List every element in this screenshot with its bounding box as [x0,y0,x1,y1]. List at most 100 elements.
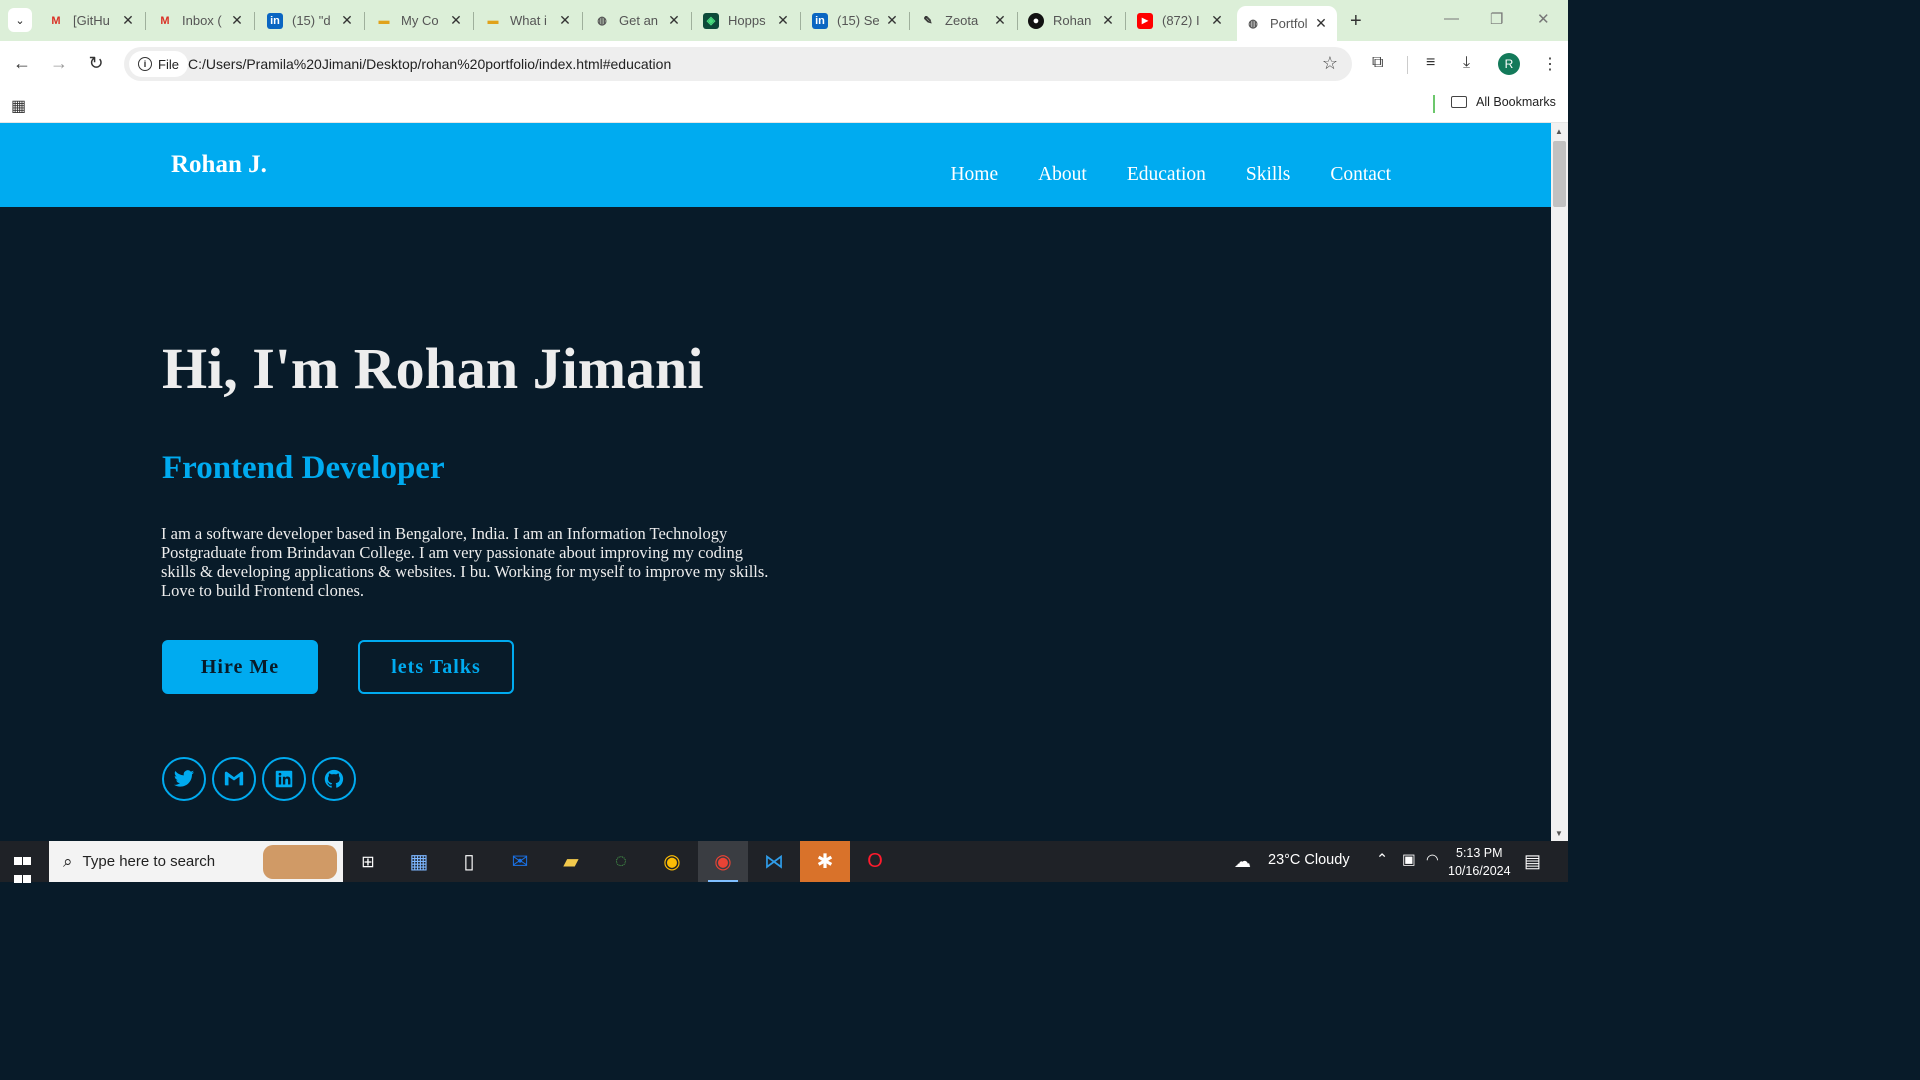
media-control-icon[interactable]: ≡ [1426,54,1435,72]
close-icon[interactable]: ✕ [666,12,682,29]
windows-start-icon[interactable] [14,853,32,889]
hire-me-button[interactable]: Hire Me [162,640,318,694]
restore-icon[interactable]: ❐ [1490,10,1503,28]
browser-tab[interactable]: ● Rohan ✕ [1028,6,1116,35]
scroll-thumb[interactable] [1553,141,1566,207]
close-icon[interactable]: ✕ [1100,12,1116,29]
download-icon[interactable]: ⤓ [1463,54,1470,72]
loader-app-icon[interactable]: ◌ [596,841,646,882]
nav-link-skills[interactable]: Skills [1246,164,1290,186]
scroll-down-icon[interactable]: ▼ [1555,829,1563,838]
browser-tab-active[interactable]: ◍ Portfol ✕ [1237,6,1337,41]
site-info-chip[interactable]: i File [129,51,188,77]
taskbar-search-box[interactable]: ⌕ Type here to search [49,841,343,882]
browser-tab[interactable]: in (15) Se ✕ [812,6,900,35]
address-bar[interactable]: i File C:/Users/Pramila%20Jimani/Desktop… [124,47,1352,81]
url-text[interactable]: C:/Users/Pramila%20Jimani/Desktop/rohan%… [188,56,671,72]
extensions-icon[interactable]: ⧉ [1372,54,1383,72]
new-tab-icon[interactable]: + [1350,10,1362,33]
scroll-up-icon[interactable]: ▲ [1555,127,1563,136]
meet-now-icon[interactable]: ▣ [1402,852,1416,868]
close-icon[interactable]: ✕ [120,12,136,29]
tab-divider [1017,12,1018,30]
browser-tab[interactable]: ▬ What i ✕ [485,6,573,35]
linkedin-link[interactable] [262,757,306,801]
all-bookmarks-button[interactable]: All Bookmarks [1451,95,1556,109]
close-icon[interactable]: ✕ [775,12,791,29]
tab-search-button[interactable]: ⌄ [8,8,32,32]
reload-icon[interactable]: ↻ [84,53,108,74]
github-icon: ● [1028,12,1044,29]
twitter-icon [173,770,195,787]
nav-link-home[interactable]: Home [950,164,998,186]
browser-tab[interactable]: ▬ My Co ✕ [376,6,464,35]
minimize-icon[interactable]: — [1444,10,1459,27]
hero-subtitle: Frontend Developer [162,450,445,486]
github-link[interactable] [312,757,356,801]
weather-text[interactable]: 23°C Cloudy [1268,852,1350,868]
tab-title: Portfol [1270,16,1308,31]
browser-tab[interactable]: M Inbox ( ✕ [157,6,245,35]
gmail-link[interactable] [212,757,256,801]
tab-title: Hopps [728,13,766,28]
gmail-icon: M [51,14,61,27]
page-viewport: Rohan J. Home About Education Skills Con… [0,123,1551,841]
tab-title: (872) I [1162,13,1200,28]
tab-title: Rohan [1053,13,1092,28]
close-icon[interactable]: ✕ [229,12,245,29]
browser-tab[interactable]: M [GitHu ✕ [48,6,136,35]
back-arrow-icon[interactable]: ← [10,53,34,74]
task-view-icon[interactable]: ⊞ [343,841,393,882]
hackerrank-icon: ▬ [378,14,390,27]
browser-tab[interactable]: in (15) "d ✕ [267,6,355,35]
nav-link-about[interactable]: About [1038,164,1087,186]
tray-chevron-icon[interactable]: ⌃ [1376,852,1388,868]
forward-arrow-icon[interactable]: → [47,53,71,74]
close-icon[interactable]: ✕ [884,12,900,29]
apps-grid-icon[interactable]: ▦ [11,96,26,116]
kebab-menu-icon[interactable]: ⋮ [1542,54,1558,74]
browser-tab[interactable]: ◈ Hopps ✕ [703,6,791,35]
notepad-icon[interactable]: ▯ [444,841,494,882]
lets-talk-button[interactable]: lets Talks [358,640,514,694]
microsoft-store-icon[interactable]: ▦ [394,841,444,882]
browser-toolbar: ← → ↻ i File C:/Users/Pramila%20Jimani/D… [0,41,1568,88]
profile-avatar[interactable]: R [1498,53,1520,75]
close-icon[interactable]: ✕ [339,12,355,29]
close-icon[interactable]: ✕ [1209,12,1225,29]
file-explorer-icon[interactable]: ▰ [546,841,596,882]
globe-icon: ◍ [1248,18,1258,30]
tab-title: Get an [619,13,659,28]
nav-link-contact[interactable]: Contact [1330,164,1391,186]
close-icon[interactable]: ✕ [557,12,573,29]
browser-tab[interactable]: ✎ Zeota ✕ [920,6,1008,35]
weather-cloud-icon[interactable]: ☁ [1234,852,1251,872]
bookmarks-bar: ▦ All Bookmarks [0,88,1568,123]
close-icon[interactable]: ✕ [448,12,464,29]
bookmark-star-icon[interactable]: ☆ [1322,53,1338,74]
page-scrollbar[interactable]: ▲ ▼ [1551,123,1568,841]
search-icon: ⌕ [63,851,73,871]
chrome-icon[interactable]: ◉ [647,841,697,882]
opera-icon[interactable]: O [850,841,900,882]
slack-icon[interactable]: ✱ [800,841,850,882]
hero-title: Hi, I'm Rohan Jimani [162,336,704,401]
vscode-icon[interactable]: ⋈ [749,841,799,882]
tab-title: (15) Se [837,13,879,28]
clock-time: 5:13 PM [1456,846,1503,860]
tab-title: (15) "d [292,13,331,28]
outlook-icon[interactable]: ✉ [495,841,545,882]
close-icon[interactable]: ✕ [992,12,1008,29]
browser-tab[interactable]: ◍ Get an ✕ [594,6,682,35]
browser-tab[interactable]: ▶ (872) I ✕ [1137,6,1225,35]
system-clock[interactable]: 5:13 PM 10/16/2024 [1448,844,1511,880]
tab-divider [800,12,801,30]
notification-center-icon[interactable]: ▤ [1524,851,1541,872]
site-logo[interactable]: Rohan J. [171,151,267,179]
twitter-link[interactable] [162,757,206,801]
nav-link-education[interactable]: Education [1127,164,1206,186]
wifi-icon[interactable]: ◠ [1426,852,1439,868]
chrome-profile-icon[interactable]: ◉ [698,841,748,882]
close-window-icon[interactable]: ✕ [1537,10,1550,28]
close-icon[interactable]: ✕ [1313,15,1329,32]
